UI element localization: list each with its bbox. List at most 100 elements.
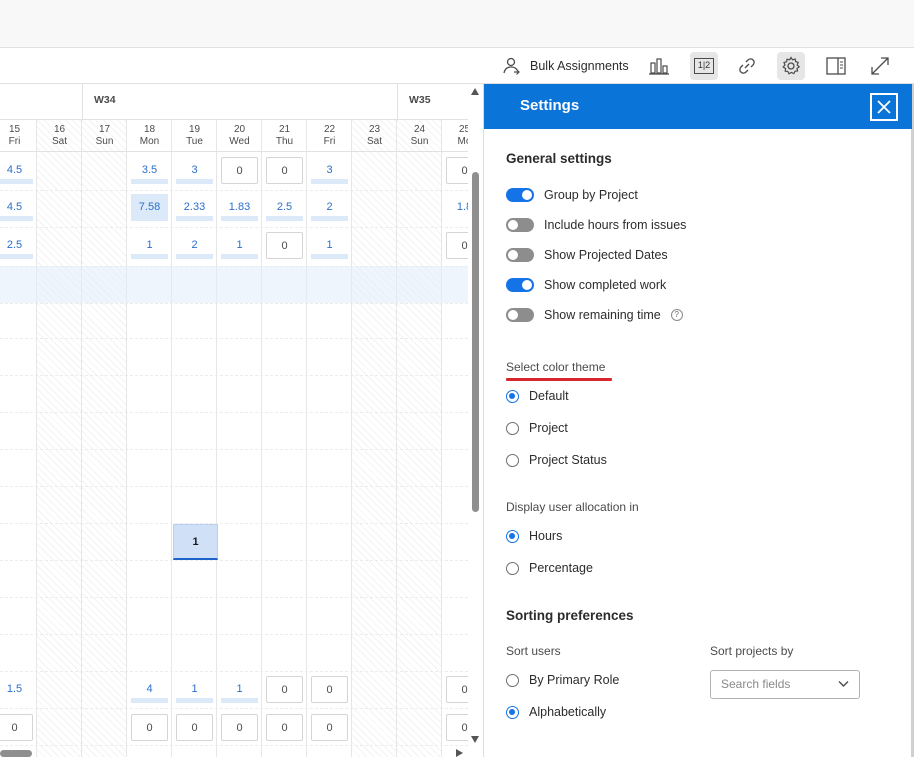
panel-button[interactable] bbox=[822, 52, 850, 80]
allocation-cell[interactable]: 1 bbox=[131, 232, 168, 259]
day-name: Fri bbox=[8, 136, 21, 147]
allocation-cell[interactable]: 0 bbox=[266, 157, 303, 184]
horizontal-scroll-thumb[interactable] bbox=[0, 750, 32, 757]
radio-button[interactable] bbox=[506, 453, 519, 467]
allocation-cell[interactable]: 1.83 bbox=[221, 194, 258, 221]
toggle-switch[interactable] bbox=[506, 278, 534, 292]
radio-button[interactable] bbox=[506, 561, 519, 575]
radio-button[interactable] bbox=[506, 529, 519, 543]
toggle-show-completed-work[interactable]: Show completed work bbox=[506, 278, 666, 292]
link-button[interactable] bbox=[733, 52, 761, 80]
allocation-cell[interactable]: 0 bbox=[266, 676, 303, 703]
allocation-cell[interactable]: 3 bbox=[311, 157, 348, 184]
radio-label: By Primary Role bbox=[529, 673, 620, 687]
allocation-bar bbox=[0, 179, 33, 184]
allocation-cell[interactable]: 0 bbox=[311, 714, 348, 741]
day-header: 18 Mon bbox=[127, 120, 172, 152]
allocation-cell[interactable]: 4.5 bbox=[0, 157, 33, 184]
week-divider bbox=[82, 84, 83, 120]
allocation-cell[interactable]: 0 bbox=[311, 676, 348, 703]
toggle-group-by-project[interactable]: Group by Project bbox=[506, 188, 638, 202]
radio-alphabetically[interactable]: Alphabetically bbox=[506, 705, 606, 719]
toggle-switch[interactable] bbox=[506, 308, 534, 322]
row-divider bbox=[0, 486, 468, 487]
allocation-cell[interactable]: 0 bbox=[446, 714, 468, 741]
allocation-cell[interactable]: 0 bbox=[131, 714, 168, 741]
radio-default[interactable]: Default bbox=[506, 389, 569, 403]
radio-button[interactable] bbox=[506, 705, 519, 719]
day-header: 25Mo bbox=[442, 120, 468, 152]
toolbar: Bulk Assignments 1|2 bbox=[0, 48, 914, 84]
allocation-cell[interactable]: 4.5 bbox=[0, 194, 33, 221]
color-theme-title: Select color theme bbox=[506, 360, 606, 374]
radio-label: Project Status bbox=[529, 453, 607, 467]
allocation-cell[interactable]: 2 bbox=[311, 194, 348, 221]
allocation-bar bbox=[221, 216, 258, 221]
week-divider bbox=[397, 84, 398, 120]
day-header: 17 Sun bbox=[82, 120, 127, 152]
close-icon bbox=[877, 100, 891, 114]
day-name: Fri bbox=[323, 136, 336, 147]
selected-allocation-cell[interactable]: 1 bbox=[173, 524, 218, 560]
toggle-show-projected-dates[interactable]: Show Projected Dates bbox=[506, 248, 668, 262]
cell-value: 1 bbox=[326, 239, 333, 251]
radio-button[interactable] bbox=[506, 421, 519, 435]
allocation-cell[interactable]: 1.5 bbox=[0, 676, 33, 703]
allocation-cell[interactable]: 2.5 bbox=[0, 232, 33, 259]
radio-project-status[interactable]: Project Status bbox=[506, 453, 607, 467]
radio-by-primary-role[interactable]: By Primary Role bbox=[506, 673, 619, 687]
scroll-down-icon[interactable] bbox=[471, 736, 479, 743]
settings-button[interactable] bbox=[777, 52, 805, 80]
allocation-cell[interactable]: 0 bbox=[446, 676, 468, 703]
chart-button[interactable] bbox=[645, 52, 673, 80]
allocation-cell[interactable]: 1 bbox=[221, 232, 258, 259]
toggle-switch[interactable] bbox=[506, 188, 534, 202]
bulk-assignments-button[interactable]: Bulk Assignments bbox=[502, 54, 629, 78]
vertical-scrollbar[interactable] bbox=[468, 84, 483, 757]
sort-projects-select[interactable]: Search fields bbox=[710, 670, 860, 699]
allocation-cell[interactable]: 1.8 bbox=[446, 194, 468, 221]
allocation-cell[interactable]: 1 bbox=[221, 676, 258, 703]
radio-button[interactable] bbox=[506, 389, 519, 403]
scroll-right-icon[interactable] bbox=[456, 749, 463, 757]
allocation-cell[interactable]: 0 bbox=[266, 714, 303, 741]
allocation-cell[interactable]: 0 bbox=[0, 714, 33, 741]
allocation-cell[interactable]: 2 bbox=[176, 232, 213, 259]
settings-header: Settings bbox=[484, 84, 912, 129]
allocation-cell[interactable]: 3.5 bbox=[131, 157, 168, 184]
radio-hours[interactable]: Hours bbox=[506, 529, 562, 543]
toggle-show-remaining-time[interactable]: Show remaining time ? bbox=[506, 308, 683, 322]
day-number: 18 bbox=[143, 124, 156, 135]
allocation-cell[interactable]: 0 bbox=[266, 232, 303, 259]
radio-button[interactable] bbox=[506, 673, 519, 687]
allocation-bar bbox=[311, 254, 348, 259]
allocation-cell[interactable]: 1 bbox=[311, 232, 348, 259]
toggle-switch[interactable] bbox=[506, 218, 534, 232]
split-view-button[interactable]: 1|2 bbox=[690, 52, 718, 80]
toggle-switch[interactable] bbox=[506, 248, 534, 262]
cell-value: 1.8 bbox=[456, 201, 468, 213]
allocation-cell[interactable]: 4 bbox=[131, 676, 168, 703]
allocation-cell[interactable]: 1 bbox=[176, 676, 213, 703]
help-icon[interactable]: ? bbox=[670, 309, 683, 321]
day-name: Mon bbox=[139, 136, 160, 147]
scroll-up-icon[interactable] bbox=[471, 88, 479, 95]
week-label: W34 bbox=[94, 94, 116, 106]
allocation-cell[interactable]: 0 bbox=[221, 714, 258, 741]
allocation-cell[interactable]: 0 bbox=[446, 232, 468, 259]
allocation-cell[interactable]: 3 bbox=[176, 157, 213, 184]
row-divider bbox=[0, 597, 468, 598]
toggle-include-hours-from-issues[interactable]: Include hours from issues bbox=[506, 218, 686, 232]
allocation-cell[interactable]: 0 bbox=[221, 157, 258, 184]
allocation-cell[interactable]: 2.5 bbox=[266, 194, 303, 221]
allocation-cell[interactable]: 0 bbox=[446, 157, 468, 184]
close-button[interactable] bbox=[870, 93, 898, 121]
radio-project[interactable]: Project bbox=[506, 421, 568, 435]
allocation-cell[interactable]: 2.33 bbox=[176, 194, 213, 221]
allocation-cell[interactable]: 0 bbox=[176, 714, 213, 741]
radio-percentage[interactable]: Percentage bbox=[506, 561, 593, 575]
expand-button[interactable] bbox=[866, 52, 894, 80]
vertical-scroll-thumb[interactable] bbox=[472, 172, 479, 512]
cell-value: 1 bbox=[146, 239, 153, 251]
allocation-cell[interactable]: 7.58 bbox=[131, 194, 168, 221]
